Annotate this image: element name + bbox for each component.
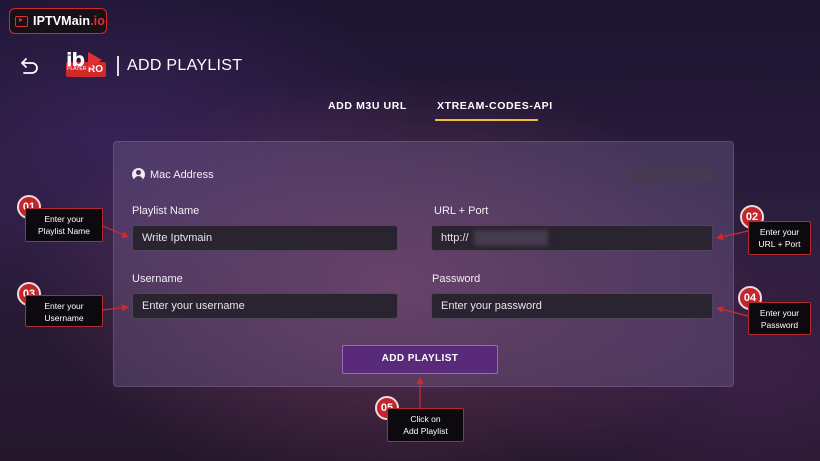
playlist-name-label: Playlist Name [132, 205, 200, 217]
url-port-label: URL + Port [434, 205, 489, 217]
username-label: Username [132, 273, 183, 285]
callout-username: Enter your Username [25, 295, 103, 327]
active-tab-indicator [435, 119, 538, 121]
mac-address-value-redacted [633, 168, 713, 182]
callout-add-playlist: Click on Add Playlist [387, 408, 464, 442]
playlist-name-input[interactable]: Write Iptvmain [132, 225, 398, 251]
callout-password: Enter your Password [748, 302, 811, 335]
callout-playlist-name: Enter your Playlist Name [25, 208, 103, 242]
title-divider [117, 56, 119, 76]
page-title: ADD PLAYLIST [127, 57, 243, 74]
back-arrow-icon[interactable] [19, 55, 41, 77]
user-circle-icon [132, 168, 145, 181]
password-input[interactable]: Enter your password [431, 293, 713, 319]
ibo-pro-logo: RO PLAYER ib [66, 49, 108, 83]
tv-play-icon [15, 15, 28, 27]
tab-add-m3u-url[interactable]: ADD M3U URL [328, 100, 407, 112]
password-label: Password [432, 273, 481, 285]
url-value-redacted [474, 230, 548, 246]
username-input[interactable]: Enter your username [132, 293, 398, 319]
brand-name: IPTVMain.io [33, 14, 105, 28]
brand-badge: IPTVMain.io [9, 8, 107, 34]
mac-address-label: Mac Address [150, 169, 214, 181]
callout-url-port: Enter your URL + Port [748, 221, 811, 255]
tab-xtream-codes-api[interactable]: XTREAM-CODES-API [437, 100, 553, 112]
add-playlist-button[interactable]: ADD PLAYLIST [342, 345, 498, 374]
